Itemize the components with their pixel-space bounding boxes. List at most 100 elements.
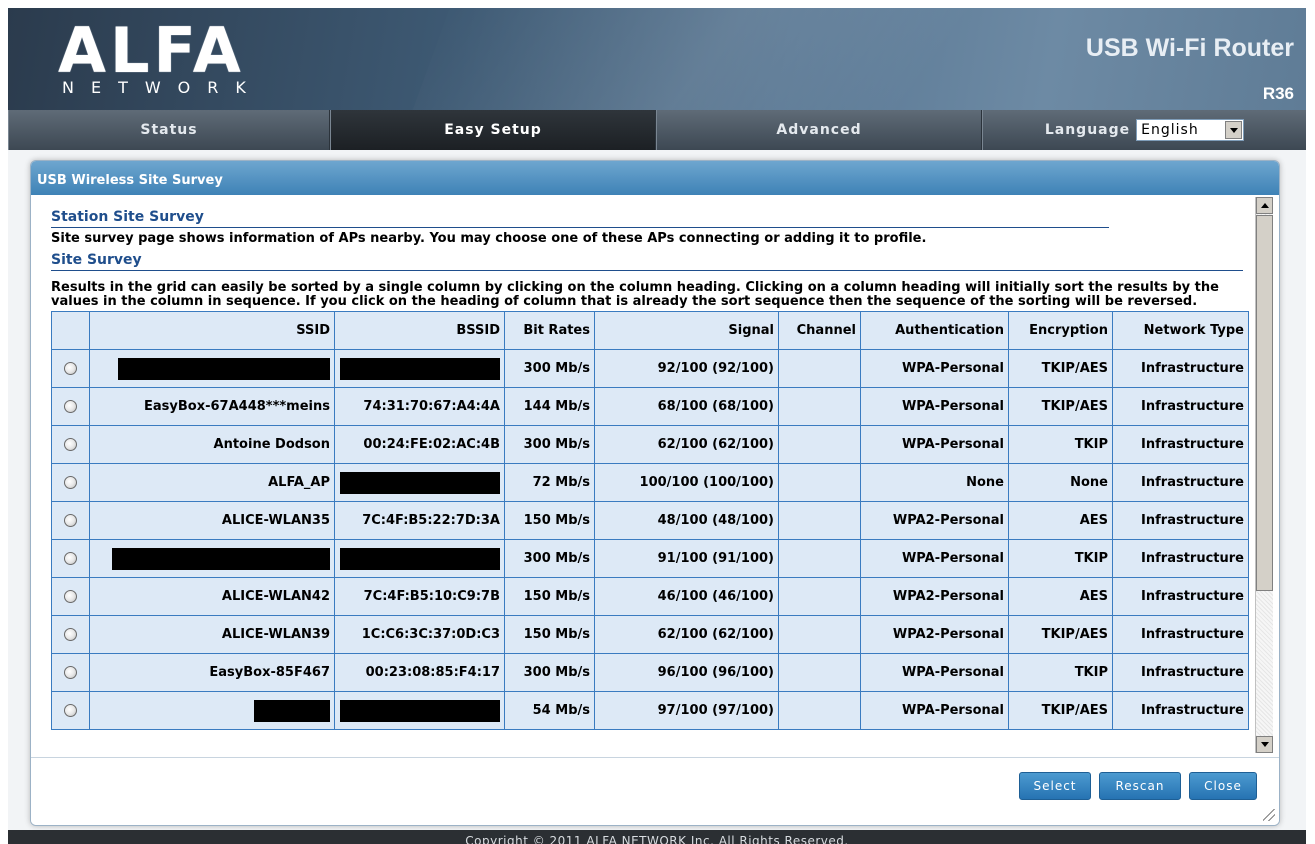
station-survey-heading: Station Site Survey <box>51 209 204 225</box>
cell-channel <box>778 463 861 502</box>
cell-bit-rate-text: 300 Mb/s <box>523 551 590 566</box>
close-button[interactable]: Close <box>1189 772 1257 800</box>
row-radio-button[interactable] <box>64 514 77 527</box>
row-radio-button[interactable] <box>64 400 77 413</box>
cell-signal: 46/100 (46/100) <box>594 577 779 616</box>
cell-encryption-text: TKIP <box>1074 437 1108 452</box>
row-select-cell[interactable] <box>51 653 90 692</box>
cell-signal-text: 100/100 (100/100) <box>639 475 774 490</box>
cell-bssid: 1C:C6:3C:37:0D:C3 <box>334 615 505 654</box>
cell-network-type: Infrastructure <box>1112 349 1249 388</box>
row-select-cell[interactable] <box>51 615 90 654</box>
scroll-down-icon[interactable] <box>1256 736 1273 753</box>
cell-signal-text: 92/100 (92/100) <box>657 361 774 376</box>
cell-authentication: WPA-Personal <box>860 653 1009 692</box>
table-row[interactable]: ALICE-WLAN42 7C:4F:B5:10:C9:7B 150 Mb/s 46/… <box>51 577 1249 616</box>
site-survey-dialog: USB Wireless Site Survey Station Site Su… <box>30 160 1280 826</box>
cell-signal-text: 62/100 (62/100) <box>657 627 774 642</box>
row-select-cell[interactable] <box>51 387 90 426</box>
table-row[interactable]: ALICE-WLAN39 1C:C6:3C:37:0D:C3 150 Mb/s 62/… <box>51 615 1249 654</box>
language-value: English <box>1141 122 1199 138</box>
cell-bit-rate: 150 Mb/s <box>504 615 595 654</box>
row-radio-button[interactable] <box>64 666 77 679</box>
tab-advanced[interactable]: Advanced <box>656 110 982 150</box>
table-row[interactable]: Antoine Dodson 00:24:FE:02:AC:4B 300 Mb/s 6… <box>51 425 1249 464</box>
rescan-button[interactable]: Rescan <box>1099 772 1181 800</box>
column-header-bit-rates[interactable]: Bit Rates <box>504 311 595 350</box>
table-row[interactable]: 300 Mb/s 91/100 (91/100) WPA-Personal TKIP I… <box>51 539 1249 578</box>
tab-status[interactable]: Status <box>8 110 330 150</box>
row-radio-button[interactable] <box>64 438 77 451</box>
cell-authentication: WPA2-Personal <box>860 577 1009 616</box>
row-radio-button[interactable] <box>64 628 77 641</box>
scroll-up-icon[interactable] <box>1256 197 1273 214</box>
cell-signal: 62/100 (62/100) <box>594 615 779 654</box>
site-survey-heading: Site Survey <box>51 252 142 268</box>
cell-network-type-text: Infrastructure <box>1141 399 1244 414</box>
cell-ssid-text: ALICE-WLAN39 <box>221 627 330 642</box>
column-header-bssid[interactable]: BSSID <box>334 311 505 350</box>
cell-ssid: EasyBox-67A448***meins <box>89 387 335 426</box>
select-button[interactable]: Select <box>1019 772 1091 800</box>
main-nav: Status Easy Setup Advanced Language Engl… <box>8 110 1306 150</box>
cell-bit-rate-text: 54 Mb/s <box>532 703 590 718</box>
table-row[interactable]: 300 Mb/s 92/100 (92/100) WPA-Personal TKIP/… <box>51 349 1249 388</box>
row-radio-button[interactable] <box>64 704 77 717</box>
cell-encryption-text: TKIP/AES <box>1041 361 1108 376</box>
divider <box>51 270 1243 271</box>
cell-signal: 91/100 (91/100) <box>594 539 779 578</box>
row-select-cell[interactable] <box>51 539 90 578</box>
vertical-scrollbar[interactable] <box>1255 197 1273 753</box>
cell-bit-rate: 54 Mb/s <box>504 691 595 730</box>
cell-encryption: TKIP <box>1008 425 1113 464</box>
cell-encryption: TKIP <box>1008 653 1113 692</box>
resize-grip-icon[interactable] <box>1263 809 1275 821</box>
column-header-network-type[interactable]: Network Type <box>1112 311 1249 350</box>
table-row[interactable]: ALICE-WLAN35 7C:4F:B5:22:7D:3A 150 Mb/s 48/… <box>51 501 1249 540</box>
cell-ssid-text: EasyBox-85F467 <box>209 665 330 680</box>
cell-bit-rate: 150 Mb/s <box>504 501 595 540</box>
cell-channel <box>778 349 861 388</box>
cell-network-type-text: Infrastructure <box>1141 475 1244 490</box>
chevron-down-icon[interactable] <box>1225 121 1243 139</box>
column-header-authentication[interactable]: Authentication <box>860 311 1009 350</box>
row-select-cell[interactable] <box>51 501 90 540</box>
cell-signal-text: 68/100 (68/100) <box>657 399 774 414</box>
station-survey-description: Site survey page shows information of AP… <box>51 231 927 246</box>
row-radio-button[interactable] <box>64 552 77 565</box>
scrollbar-thumb[interactable] <box>1256 215 1273 591</box>
row-select-cell[interactable] <box>51 463 90 502</box>
cell-network-type: Infrastructure <box>1112 387 1249 426</box>
row-select-cell[interactable] <box>51 577 90 616</box>
table-row[interactable]: EasyBox-85F467 00:23:08:85:F4:17 300 Mb/s 9… <box>51 653 1249 692</box>
redacted-value <box>118 357 330 380</box>
column-header-signal[interactable]: Signal <box>594 311 779 350</box>
tab-easy-setup[interactable]: Easy Setup <box>330 110 656 150</box>
row-radio-button[interactable] <box>64 362 77 375</box>
cell-authentication-text: WPA-Personal <box>901 665 1004 680</box>
cell-encryption: AES <box>1008 577 1113 616</box>
product-model: R36 <box>1262 84 1294 103</box>
cell-authentication-text: WPA-Personal <box>901 551 1004 566</box>
cell-network-type: Infrastructure <box>1112 539 1249 578</box>
cell-channel <box>778 425 861 464</box>
row-radio-button[interactable] <box>64 590 77 603</box>
language-select[interactable]: English <box>1136 119 1245 141</box>
dialog-footer: Select Rescan Close <box>31 757 1279 825</box>
table-row[interactable]: ALFA_AP 72 Mb/s 100/100 (100/100) None None I… <box>51 463 1249 502</box>
cell-bit-rate: 300 Mb/s <box>504 539 595 578</box>
row-radio-button[interactable] <box>64 476 77 489</box>
row-select-cell[interactable] <box>51 691 90 730</box>
cell-encryption: TKIP/AES <box>1008 691 1113 730</box>
row-select-cell[interactable] <box>51 425 90 464</box>
column-header-channel[interactable]: Channel <box>778 311 861 350</box>
column-header-encryption[interactable]: Encryption <box>1008 311 1113 350</box>
cell-bit-rate-text: 150 Mb/s <box>523 627 590 642</box>
row-select-cell[interactable] <box>51 349 90 388</box>
table-row[interactable]: EasyBox-67A448***meins 74:31:70:67:A4:4A 1… <box>51 387 1249 426</box>
table-row[interactable]: 54 Mb/s 97/100 (97/100) WPA-Personal TKIP/A… <box>51 691 1249 730</box>
cell-authentication: WPA2-Personal <box>860 501 1009 540</box>
column-header-ssid[interactable]: SSID <box>89 311 335 350</box>
cell-authentication: WPA-Personal <box>860 425 1009 464</box>
cell-signal: 96/100 (96/100) <box>594 653 779 692</box>
